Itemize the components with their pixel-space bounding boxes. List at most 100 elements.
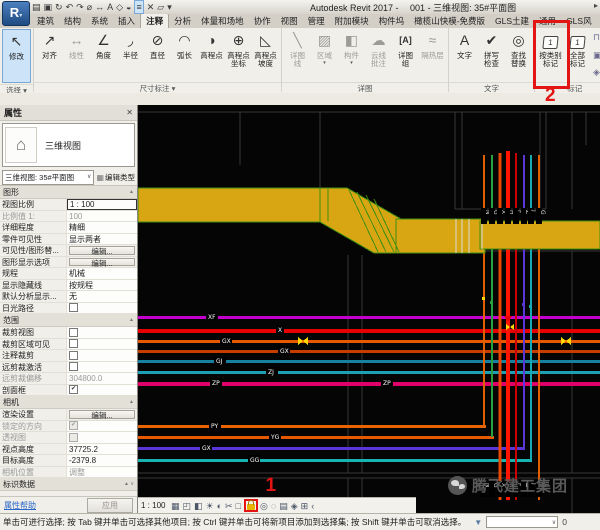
type-selector[interactable]: ⌂ 三维视图 [2,123,135,167]
modify-button[interactable]: ↖修改 [2,29,31,83]
insulation-button[interactable]: ≈隔热层 [419,29,446,81]
section-icon[interactable]: ◒ [126,1,131,13]
tab-插入[interactable]: 插入 [113,14,140,28]
property-value[interactable]: 100 [67,211,137,222]
diameter-dimension-button[interactable]: ⊘直径 [144,29,171,81]
sync-central-icon[interactable]: ↻ [55,1,63,13]
default-3d-view-icon[interactable]: ◇ [116,1,123,13]
filter-icon[interactable]: ▼ [474,518,482,527]
undo-icon[interactable]: ↶ [66,1,74,13]
temporary-hide-isolate-icon[interactable]: ◎ [260,499,268,513]
close-hidden-windows-icon[interactable]: ✕ [147,1,155,13]
crop-view-icon[interactable]: ✂ [225,499,233,513]
aligned-dimension-icon[interactable]: ↔ [95,1,104,13]
property-value[interactable]: 显示两者 [67,234,137,245]
temporary-view-properties-icon[interactable]: ▤ [279,499,288,513]
detail-level-icon[interactable]: ◰ [182,499,191,513]
customize-qat-icon[interactable]: ▾ [167,1,172,13]
crop-region-icon[interactable]: □ [236,499,241,513]
properties-header[interactable]: 属性 ✕ [0,105,137,121]
arc-length-dimension-button[interactable]: ◠弧长 [171,29,198,81]
checkbox[interactable]: ✔ [69,385,78,394]
tab-协作[interactable]: 协作 [249,14,276,28]
tab-体量和场地[interactable]: 体量和场地 [196,14,249,28]
detail-line-button[interactable]: ╲详图 线 [284,29,311,81]
linear-dimension-button[interactable]: ↔线性 [63,29,90,81]
status-search-input[interactable]: ∨ [486,516,558,528]
text-note-icon[interactable]: A [107,1,113,13]
property-value[interactable]: 机械 [67,268,137,279]
tab-橄榄山快模-免费版[interactable]: 橄榄山快模-免费版 [409,14,490,28]
more-icon[interactable]: ‹ [311,499,314,513]
property-value[interactable]: 调整 [67,467,137,478]
property-value[interactable]: 精细 [67,222,137,233]
property-value[interactable]: 无 [67,291,137,302]
detail-group-button[interactable]: [A]详图 组 [392,29,419,81]
text-button[interactable]: A文字 [451,29,478,81]
lock-3d-view-icon[interactable] [247,504,255,510]
tab-scroll-arrow-icon[interactable]: ▸ [594,1,598,10]
checkbox[interactable] [69,433,78,442]
component-button[interactable]: ◧构件▾ [338,29,365,81]
view-selector-dropdown[interactable]: 三维视图: 35#平面图 ∨ [2,170,94,185]
pin-icon[interactable]: ▲ [129,317,134,323]
radial-dimension-button[interactable]: ◞半径 [117,29,144,81]
tab-附加模块[interactable]: 附加模块 [330,14,374,28]
tab-视图[interactable]: 视图 [276,14,303,28]
tab-管理[interactable]: 管理 [303,14,330,28]
pin-icon[interactable]: ▲ [129,399,134,405]
property-value[interactable]: 304800.0 [67,373,137,384]
reveal-constraints-icon[interactable]: ◈ [291,499,298,513]
checkbox[interactable] [69,303,78,312]
spell-check-button[interactable]: ✔拼写 检查 [478,29,505,81]
worksharing-display-icon[interactable]: ▦ [171,499,180,513]
measure-icon[interactable]: ⌀ [87,1,92,13]
revision-cloud-button[interactable]: ☁云线 批注 [365,29,392,81]
properties-help-link[interactable]: 属性帮助 [4,500,36,511]
tab-分析[interactable]: 分析 [169,14,196,28]
redo-icon[interactable]: ↷ [76,1,84,13]
view-scale-button[interactable]: 1 : 100 [141,501,165,510]
region-button[interactable]: ▨区域▾ [311,29,338,81]
checkbox[interactable]: ✔ [69,421,78,430]
tab-注释[interactable]: 注释 [140,14,169,28]
tab-结构[interactable]: 结构 [59,14,86,28]
property-value[interactable]: -2379.8 [67,455,137,466]
tab-GLS土建[interactable]: GLS土建 [490,14,534,28]
checkbox[interactable] [69,362,78,371]
aligned-dimension-button[interactable]: ↗对齐 [36,29,63,81]
spot-slope-button[interactable]: ◺高程点 坡度 [252,29,279,81]
pin-icon[interactable]: ▲ ∨ [124,481,134,487]
tab-构件坞[interactable]: 构件坞 [374,14,410,28]
save-icon[interactable]: ▣ [44,1,53,13]
spot-elevation-button[interactable]: ◑高程点 [198,29,225,81]
property-value[interactable]: 37725.2 [67,444,137,455]
shadows-icon[interactable]: ◐ [217,499,222,513]
section-范围[interactable]: 范围▲ [0,314,137,327]
visual-style-icon[interactable]: ◧ [194,499,203,513]
edit-button[interactable]: 编辑... [69,246,135,255]
beam-annotation-button[interactable]: ⊓梁注释 [591,30,600,45]
drawing-area[interactable]: XFXGXGXGJZJZPZPPYYGGXGGNGXHFZJGNGXHFZJG … [138,105,600,513]
sun-path-icon[interactable]: ☀ [206,499,214,513]
reveal-hidden-elements-icon[interactable]: ◌ [271,499,276,513]
material-tag-button[interactable]: ◈材质标记 [591,65,600,80]
tab-建筑[interactable]: 建筑 [32,14,59,28]
find-replace-button[interactable]: ◎查找 替换 [505,29,532,81]
checkbox[interactable] [69,339,78,348]
thin-lines-icon[interactable]: ≡ [134,0,143,14]
angular-dimension-button[interactable]: ∠角度 [90,29,117,81]
section-相机[interactable]: 相机▲ [0,396,137,409]
edit-button[interactable]: 编辑... [69,410,135,419]
close-icon[interactable]: ✕ [126,108,133,117]
pin-icon[interactable]: ▲ [129,189,134,195]
property-value[interactable]: 1 : 100 [67,199,137,210]
apply-button[interactable]: 应用 [87,498,133,513]
property-value[interactable]: 按规程 [67,280,137,291]
open-file-icon[interactable]: ▤ [32,1,41,13]
checkbox[interactable] [69,351,78,360]
worksets-icon[interactable]: ⊞ [301,499,309,513]
spot-coordinate-button[interactable]: ⊕高程点 坐标 [225,29,252,81]
edit-button[interactable]: 编辑... [69,258,135,267]
section-标识数据[interactable]: 标识数据▲ ∨ [0,478,137,491]
